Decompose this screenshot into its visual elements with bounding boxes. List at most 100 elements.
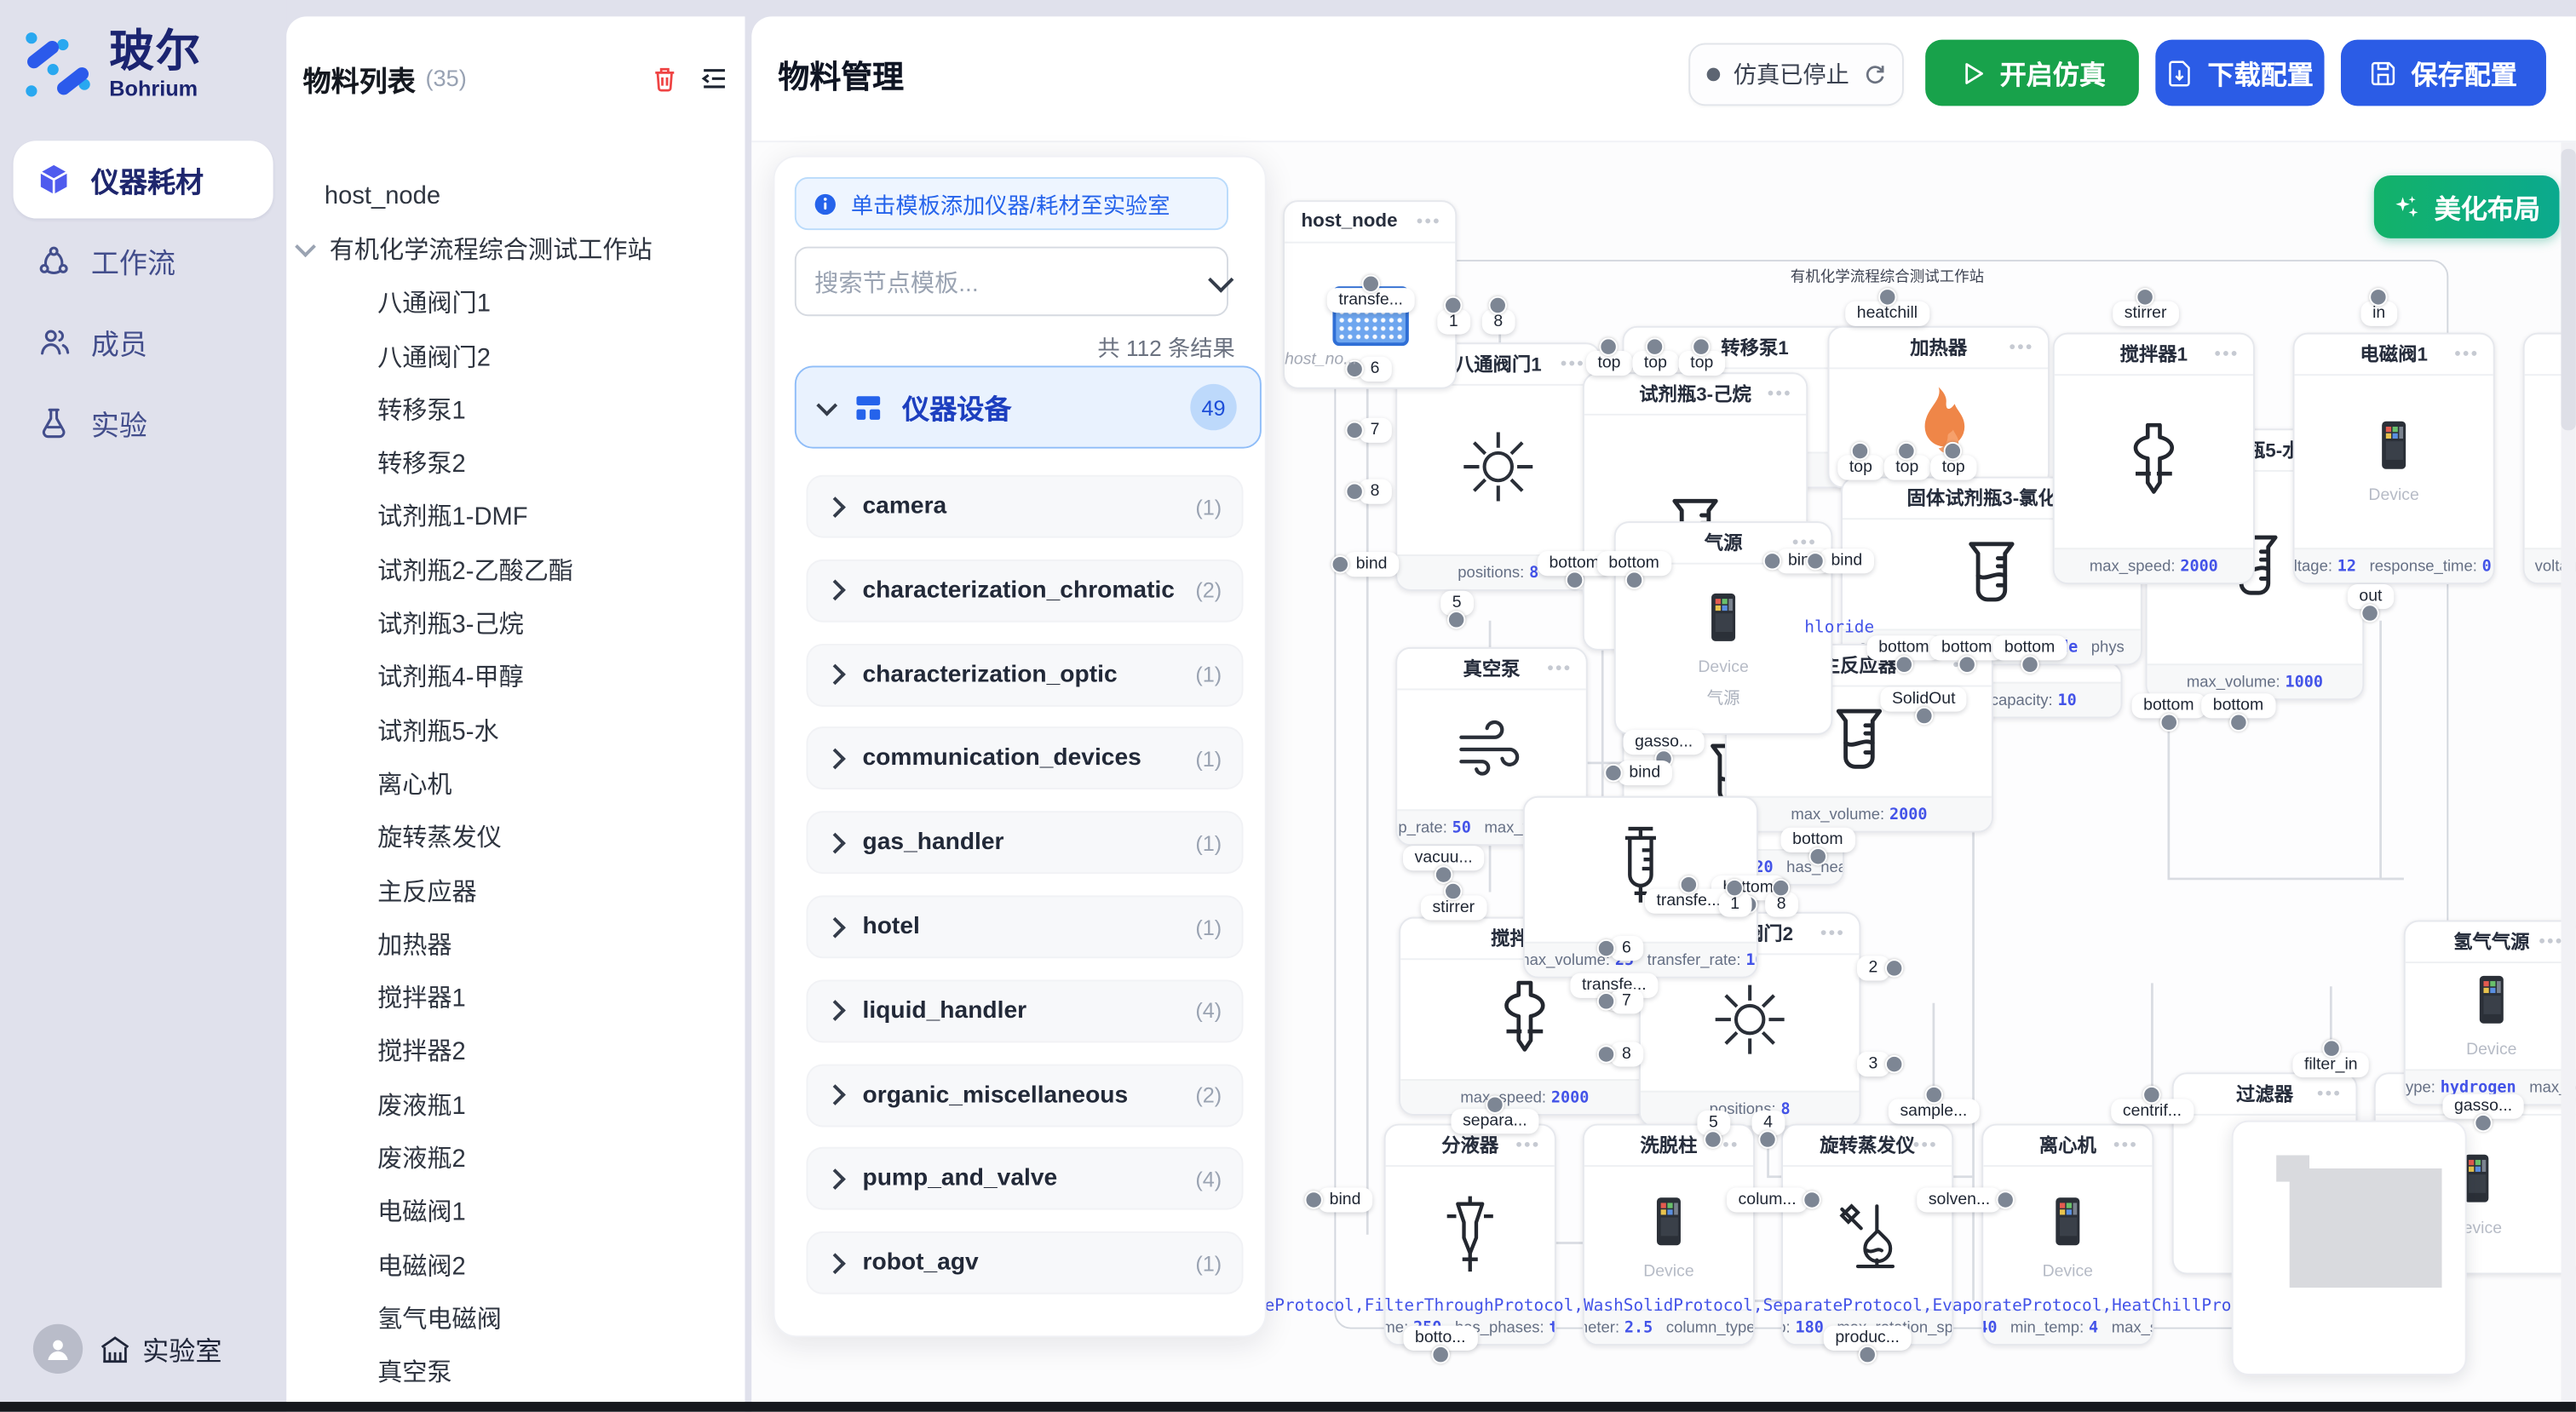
download-config-button[interactable]: 下载配置 [2155, 40, 2324, 106]
tree-item[interactable]: 试剂瓶5-水 [286, 703, 730, 757]
node-menu-icon[interactable] [2455, 351, 2481, 356]
sidebar-item-members[interactable]: 成员 [14, 303, 273, 381]
port-handle-icon[interactable] [1345, 483, 1363, 501]
node-menu-icon[interactable] [2318, 1091, 2344, 1096]
node-menu-icon[interactable] [2215, 351, 2241, 356]
port-chip[interactable]: gasso... [1623, 730, 1704, 763]
port-chip[interactable]: top [1632, 342, 1678, 376]
sidebar-item-cube[interactable]: 仪器耗材 [14, 141, 273, 218]
port-chip[interactable]: top [1837, 447, 1883, 480]
port-handle-icon[interactable] [1565, 571, 1583, 588]
port-chip[interactable]: 2 [1857, 956, 1898, 980]
tree-item[interactable]: 废液瓶2 [286, 1131, 730, 1185]
port-handle-icon[interactable] [1597, 992, 1615, 1010]
tree-item[interactable]: host_node [286, 169, 730, 222]
category-row-robot_agv[interactable]: robot_agv(1) [806, 1231, 1243, 1294]
port-chip[interactable]: 5 [1697, 1111, 1729, 1144]
port-handle-icon[interactable] [1304, 1191, 1322, 1208]
category-row-hotel[interactable]: hotel(1) [806, 895, 1243, 958]
port-chip[interactable]: bottom [1992, 635, 2067, 669]
port-chip[interactable]: top [1679, 342, 1725, 376]
tree-item[interactable]: 转移泵1 [286, 382, 730, 436]
port-handle-icon[interactable] [2474, 1114, 2492, 1132]
port-handle-icon[interactable] [2322, 1039, 2340, 1057]
tree-item[interactable]: 搅拌器2 [286, 1024, 730, 1077]
node-menu-icon[interactable] [1821, 930, 1848, 935]
port-handle-icon[interactable] [1858, 1346, 1876, 1363]
port-handle-icon[interactable] [1624, 571, 1642, 588]
tree-item[interactable]: 试剂瓶4-甲醇 [286, 650, 730, 703]
tree-item[interactable]: 加热器 [286, 917, 730, 971]
port-handle-icon[interactable] [1878, 288, 1896, 306]
tree-item[interactable]: 氢气电磁阀 [286, 1291, 730, 1345]
save-config-button[interactable]: 保存配置 [2341, 40, 2546, 106]
port-handle-icon[interactable] [1884, 1055, 1902, 1073]
graph-node[interactable]: 电磁阀1Devicevoltage:12response_time:0.1 [2293, 333, 2495, 584]
port-handle-icon[interactable] [1680, 875, 1698, 893]
port-handle-icon[interactable] [2021, 656, 2038, 674]
node-menu-icon[interactable] [1516, 1142, 1543, 1147]
beautify-layout-button[interactable]: 美化布局 [2374, 175, 2560, 238]
port-handle-icon[interactable] [1435, 865, 1452, 883]
delete-icon[interactable] [651, 64, 679, 92]
port-handle-icon[interactable] [1597, 1045, 1615, 1063]
node-menu-icon[interactable] [1548, 665, 1574, 670]
tree-item[interactable]: 真空泵 [286, 1345, 730, 1398]
lab-link[interactable]: 实验室 [100, 1329, 222, 1369]
port-chip[interactable]: 1 [1437, 301, 1469, 335]
port-chip[interactable]: 4 [1752, 1111, 1785, 1144]
tree-item[interactable]: 有机化学流程综合测试工作站 [286, 222, 730, 276]
sidebar-item-workflow[interactable]: 工作流 [14, 221, 273, 299]
tree-item[interactable]: 试剂瓶1-DMF [286, 490, 730, 543]
tree-item[interactable]: 转移泵2 [286, 436, 730, 490]
port-handle-icon[interactable] [1486, 1096, 1504, 1114]
port-chip[interactable]: in [2360, 293, 2396, 326]
port-chip[interactable]: top [1586, 342, 1632, 376]
port-chip[interactable]: bind [1336, 552, 1399, 577]
port-handle-icon[interactable] [1763, 552, 1781, 570]
port-chip[interactable]: bind [1609, 761, 1672, 785]
tree-item[interactable]: 试剂瓶2-乙酸乙酯 [286, 543, 730, 597]
port-handle-icon[interactable] [1808, 847, 1826, 865]
category-row-camera[interactable]: camera(1) [806, 475, 1243, 538]
port-handle-icon[interactable] [1958, 656, 1975, 674]
port-chip[interactable]: bottom [2201, 693, 2275, 726]
port-chip[interactable]: 8 [1482, 301, 1515, 335]
port-handle-icon[interactable] [2159, 714, 2177, 732]
tree-item[interactable]: 离心机 [286, 757, 730, 811]
port-chip[interactable]: solven... [1917, 1187, 2010, 1212]
tree-item[interactable]: 搅拌器1 [286, 971, 730, 1025]
category-row-characterization_chromatic[interactable]: characterization_chromatic(2) [806, 559, 1243, 622]
node-menu-icon[interactable] [2010, 344, 2036, 349]
refresh-icon[interactable] [1862, 63, 1885, 86]
graph-node[interactable]: 搅拌器1max_speed:2000 [2053, 333, 2255, 584]
port-chip[interactable]: centrif... [2111, 1091, 2193, 1124]
node-menu-icon[interactable] [1793, 540, 1820, 545]
port-chip[interactable]: SolidOut [1880, 687, 1967, 720]
port-chip[interactable]: 7 [1350, 418, 1391, 443]
category-row-organic_miscellaneous[interactable]: organic_miscellaneous(2) [806, 1064, 1243, 1127]
category-row-pump_and_valve[interactable]: pump_and_valve(4) [806, 1148, 1243, 1211]
port-chip[interactable]: 8 [1602, 1042, 1643, 1066]
port-chip[interactable]: botto... [1403, 1326, 1477, 1359]
node-menu-icon[interactable] [1914, 1142, 1941, 1147]
tree-item[interactable]: 主反应器 [286, 864, 730, 917]
tree-item[interactable]: 旋转蒸发仪 [286, 810, 730, 864]
port-handle-icon[interactable] [1915, 707, 1933, 725]
port-chip[interactable]: out [2348, 584, 2394, 617]
port-chip[interactable]: heatchill [1845, 293, 1929, 326]
canvas-scrollbar-thumb[interactable] [2561, 149, 2575, 430]
category-group-instruments[interactable]: 仪器设备 49 [795, 365, 1262, 448]
port-chip[interactable]: colum... [1727, 1187, 1816, 1212]
tree-item[interactable]: 八通阀门1 [286, 276, 730, 330]
sidebar-item-experiment[interactable]: 实验 [14, 384, 273, 462]
chevron-down-icon[interactable] [295, 236, 316, 257]
port-handle-icon[interactable] [2229, 714, 2247, 732]
tree-item[interactable]: 电磁阀1 [286, 1185, 730, 1238]
port-chip[interactable]: 8 [1765, 884, 1797, 917]
port-chip[interactable]: 5 [1440, 591, 1473, 624]
sim-status-pill[interactable]: 仿真已停止 [1688, 43, 1904, 106]
port-handle-icon[interactable] [1361, 275, 1379, 293]
avatar[interactable] [33, 1324, 83, 1374]
port-chip[interactable]: bottom [1781, 828, 1855, 861]
